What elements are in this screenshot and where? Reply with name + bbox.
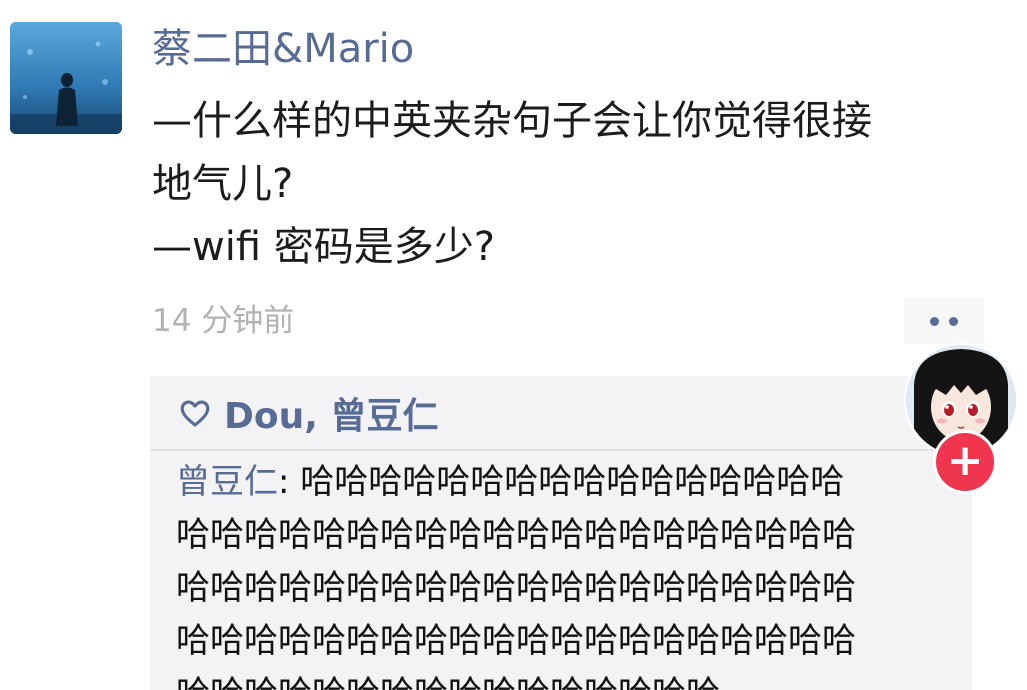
- comment-line: 哈哈哈哈哈哈哈哈哈哈哈哈哈哈哈哈: [176, 668, 968, 690]
- comment-separator: :: [278, 462, 301, 502]
- post-line: 地气儿?: [152, 161, 294, 207]
- comment-line: 曾豆仁: 哈哈哈哈哈哈哈哈哈哈哈哈哈哈哈哈: [176, 456, 968, 509]
- author-avatar-image: [10, 22, 122, 134]
- comment-author[interactable]: 曾豆仁: [176, 462, 278, 502]
- comment-item[interactable]: 曾豆仁: 哈哈哈哈哈哈哈哈哈哈哈哈哈哈哈哈 哈哈哈哈哈哈哈哈哈哈哈哈哈哈哈哈哈哈…: [176, 456, 976, 690]
- post-line: —什么样的中英夹杂句子会让你觉得很接: [152, 98, 872, 144]
- more-dot: [949, 317, 958, 326]
- comment-divider: [150, 449, 972, 451]
- follow-plus-button[interactable]: +: [936, 433, 994, 491]
- post-content: —什么样的中英夹杂句子会让你觉得很接 地气儿? —wifi 密码是多少?: [152, 90, 982, 279]
- post-timestamp: 14 分钟前: [152, 303, 295, 339]
- comment-line: 哈哈哈哈哈哈哈哈哈哈哈哈哈哈哈哈哈哈哈哈: [176, 568, 856, 608]
- more-dots-icon[interactable]: [904, 298, 984, 344]
- author-avatar[interactable]: [10, 22, 122, 134]
- comment-line: 哈哈哈哈哈哈哈哈哈哈哈哈哈哈哈哈哈哈哈哈: [176, 515, 856, 555]
- likes-row: Dou, 曾豆仁: [178, 386, 438, 440]
- author-name[interactable]: 蔡二田&Mario: [152, 22, 414, 76]
- plus-icon: +: [946, 435, 984, 486]
- post-line: —wifi 密码是多少?: [152, 224, 495, 270]
- comment-text: 哈哈哈哈哈哈哈哈哈哈哈哈哈哈哈哈: [300, 462, 845, 502]
- comment-section: Dou, 曾豆仁 曾豆仁: 哈哈哈哈哈哈哈哈哈哈哈哈哈哈哈哈 哈哈哈哈哈哈哈哈哈…: [150, 376, 972, 690]
- heart-outline-icon[interactable]: [178, 396, 212, 430]
- likes-names[interactable]: Dou, 曾豆仁: [224, 387, 438, 439]
- comment-line: 哈哈哈哈哈哈哈哈哈哈哈哈哈哈哈哈哈哈哈哈: [176, 621, 856, 661]
- moments-post: 蔡二田&Mario —什么样的中英夹杂句子会让你觉得很接 地气儿? —wifi …: [0, 0, 1027, 690]
- more-dot: [930, 317, 939, 326]
